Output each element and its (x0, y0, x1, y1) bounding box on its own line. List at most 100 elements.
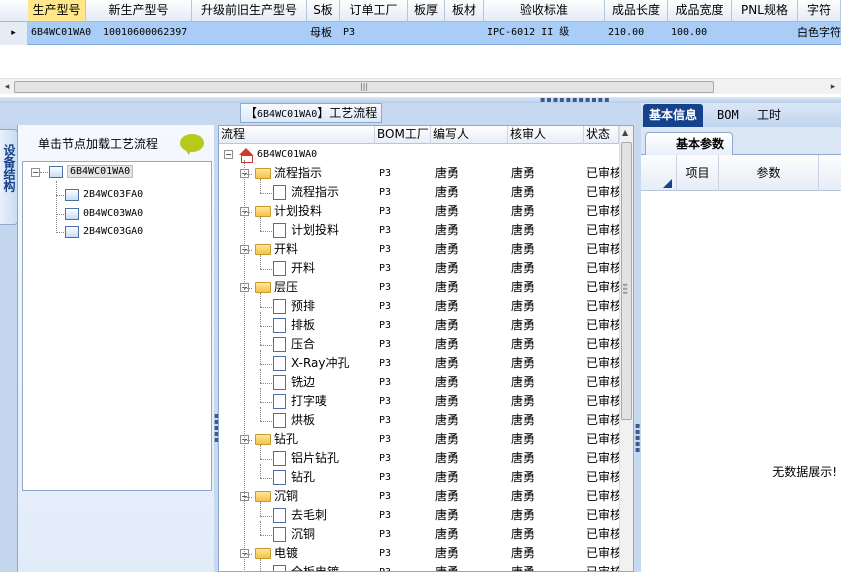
tree-node-child[interactable]: 2B4WC03GA0 (65, 223, 143, 241)
flow-row[interactable]: 开料 P3 唐勇 唐勇 已审核 (219, 259, 619, 278)
tab-equipment-structure[interactable]: 设备结构 (0, 129, 18, 225)
col-flow[interactable]: 流程 (219, 126, 375, 144)
col-order-factory[interactable]: 订单工厂 (340, 0, 408, 22)
col-prod-model[interactable]: 生产型号 (28, 0, 86, 22)
flow-row[interactable]: − 开料 P3 唐勇 唐勇 已审核 (219, 240, 619, 259)
collapse-icon[interactable]: − (31, 168, 40, 177)
scroll-right-arrow-icon[interactable]: ▸ (827, 81, 839, 93)
flow-row[interactable]: − 电镀 P3 唐勇 唐勇 已审核 (219, 544, 619, 563)
document-icon (273, 451, 286, 466)
flow-root-row[interactable]: − 6B4WC01WA0 (219, 145, 619, 164)
lower-workspace: 设备结构 单击节点加载工艺流程 − 6B4WC01WA0 2B4WC03FA0 … (0, 103, 841, 572)
cell-writer: 唐勇 (435, 166, 460, 180)
flow-row[interactable]: 去毛刺 P3 唐勇 唐勇 已审核 (219, 506, 619, 525)
flow-row[interactable]: − 流程指示 P3 唐勇 唐勇 已审核 (219, 164, 619, 183)
scrollbar-thumb[interactable]: ||| (14, 81, 714, 93)
document-icon (273, 413, 286, 428)
flow-row[interactable]: 压合 P3 唐勇 唐勇 已审核 (219, 335, 619, 354)
col-standard[interactable]: 验收标准 (484, 0, 605, 22)
flow-row[interactable]: − 钻孔 P3 唐勇 唐勇 已审核 (219, 430, 619, 449)
collapse-icon[interactable]: − (224, 150, 233, 159)
col-width[interactable]: 成品宽度 (668, 0, 732, 22)
col-material[interactable]: 板材 (445, 0, 484, 22)
cell-writer: 唐勇 (435, 299, 460, 313)
flow-row[interactable]: 铣边 P3 唐勇 唐勇 已审核 (219, 373, 619, 392)
flow-row[interactable]: X-Ray冲孔 P3 唐勇 唐勇 已审核 (219, 354, 619, 373)
col-length[interactable]: 成品长度 (605, 0, 668, 22)
col-char[interactable]: 字符 (798, 0, 841, 22)
flow-step-label: 沉铜 (274, 489, 299, 503)
flow-row[interactable]: 排板 P3 唐勇 唐勇 已审核 (219, 316, 619, 335)
flow-row[interactable]: 预排 P3 唐勇 唐勇 已审核 (219, 297, 619, 316)
scroll-left-arrow-icon[interactable]: ◂ (1, 81, 13, 93)
col-reviewer[interactable]: 核审人 (508, 126, 584, 144)
flow-row[interactable]: 钻孔 P3 唐勇 唐勇 已审核 (219, 468, 619, 487)
right-splitter[interactable]: ▪ ▪ ▪ ▪ ▪ (634, 103, 641, 572)
flow-row[interactable]: − 层压 P3 唐勇 唐勇 已审核 (219, 278, 619, 297)
flow-step-label: 电镀 (274, 546, 299, 560)
cell-writer: 唐勇 (435, 527, 460, 541)
tree-node-child[interactable]: 0B4WC03WA0 (65, 205, 143, 223)
col-status[interactable]: 状态 (584, 126, 619, 144)
cell-reviewer: 唐勇 (511, 508, 536, 522)
flow-row[interactable]: − 沉铜 P3 唐勇 唐勇 已审核 (219, 487, 619, 506)
vertical-tab-strip: 设备结构 (0, 125, 18, 572)
flow-row[interactable]: 打字唛 P3 唐勇 唐勇 已审核 (219, 392, 619, 411)
cell-thickness (408, 22, 445, 44)
flow-row[interactable]: − 计划投料 P3 唐勇 唐勇 已审核 (219, 202, 619, 221)
cell-writer: 唐勇 (435, 546, 460, 560)
col-thickness[interactable]: 板厚 (408, 0, 445, 22)
cell-reviewer: 唐勇 (511, 261, 536, 275)
flow-row[interactable]: 流程指示 P3 唐勇 唐勇 已审核 (219, 183, 619, 202)
cell-reviewer: 唐勇 (511, 204, 536, 218)
tab-work-hours[interactable]: 工时 (751, 104, 787, 127)
cell-reviewer: 唐勇 (511, 432, 536, 446)
col-param[interactable]: 参数 (719, 155, 819, 191)
col-pnl-spec[interactable]: PNL规格 (732, 0, 798, 22)
scrollbar-thumb[interactable]: ═ ═ ═ (621, 142, 632, 420)
cell-prod-model: 6B4WC01WA0 (31, 27, 92, 38)
tab-bom[interactable]: BOM (711, 104, 745, 127)
col-bom-factory[interactable]: BOM工厂 (375, 126, 431, 144)
cell-reviewer: 唐勇 (511, 280, 536, 294)
cell-bom-factory: P3 (379, 225, 392, 236)
row-indicator[interactable]: ▸ (0, 22, 28, 45)
flow-step-label: 开料 (291, 261, 316, 275)
cell-writer: 唐勇 (435, 565, 460, 572)
scroll-up-arrow-icon[interactable]: ▲ (622, 128, 628, 137)
flow-row[interactable]: 沉铜 P3 唐勇 唐勇 已审核 (219, 525, 619, 544)
vertical-scrollbar[interactable]: ▲ ═ ═ ═ (619, 126, 633, 571)
cell-reviewer: 唐勇 (511, 394, 536, 408)
cell-width: 100.00 (671, 27, 708, 38)
select-all-corner[interactable] (641, 155, 677, 191)
flow-step-label: 钻孔 (274, 432, 299, 446)
document-icon (273, 508, 286, 523)
params-grid-header: 项目 参数 (641, 155, 841, 191)
flow-row[interactable]: 计划投料 P3 唐勇 唐勇 已审核 (219, 221, 619, 240)
col-s-board[interactable]: S板 (307, 0, 340, 22)
flow-step-label: 流程指示 (274, 166, 323, 180)
cell-bom-factory: P3 (379, 320, 392, 331)
flow-row[interactable]: 烘板 P3 唐勇 唐勇 已审核 (219, 411, 619, 430)
col-old-prod-model[interactable]: 升级前旧生产型号 (192, 0, 307, 22)
col-item[interactable]: 项目 (677, 155, 719, 191)
folder-icon (255, 282, 271, 293)
tree-node-label: 0B4WC03WA0 (83, 208, 144, 219)
col-writer[interactable]: 编写人 (431, 126, 508, 144)
product-grid: 生产型号 新生产型号 升级前旧生产型号 S板 订单工厂 板厚 板材 验收标准 成… (0, 0, 841, 97)
tree-node-root[interactable]: 6B4WC01WA0 (49, 163, 134, 181)
tab-basic-params[interactable]: 基本参数 (645, 132, 734, 155)
cell-bom-factory: P3 (379, 415, 392, 426)
horizontal-scrollbar[interactable]: ◂ ||| ▸ (0, 78, 841, 94)
flow-row[interactable]: 全板电镀 P3 唐勇 唐勇 已审核 (219, 563, 619, 572)
col-new-prod-model[interactable]: 新生产型号 (86, 0, 192, 22)
table-row[interactable]: 6B4WC01WA0 10010600062397 母板 P3 IPC-6012… (0, 22, 841, 45)
flow-step-label: X-Ray冲孔 (291, 356, 350, 370)
info-tabs: 基本信息 BOM 工时 (641, 103, 841, 127)
flow-row[interactable]: 铝片钻孔 P3 唐勇 唐勇 已审核 (219, 449, 619, 468)
cell-reviewer: 唐勇 (511, 470, 536, 484)
tree-node-child[interactable]: 2B4WC03FA0 (65, 186, 143, 204)
window-icon (65, 208, 79, 220)
cell-writer: 唐勇 (435, 432, 460, 446)
tab-basic-info[interactable]: 基本信息 (643, 104, 704, 127)
